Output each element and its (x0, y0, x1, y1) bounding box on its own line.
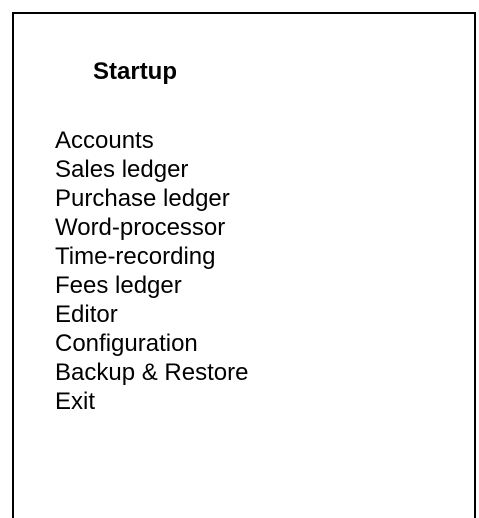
menu-item-time-recording[interactable]: Time-recording (55, 242, 248, 271)
menu-title: Startup (93, 58, 177, 85)
menu-item-accounts[interactable]: Accounts (55, 126, 248, 155)
menu-item-backup-restore[interactable]: Backup & Restore (55, 358, 248, 387)
menu-item-purchase-ledger[interactable]: Purchase ledger (55, 184, 248, 213)
startup-menu-panel: Startup Accounts Sales ledger Purchase l… (12, 12, 476, 518)
menu-item-sales-ledger[interactable]: Sales ledger (55, 155, 248, 184)
menu-item-exit[interactable]: Exit (55, 387, 248, 416)
menu-item-configuration[interactable]: Configuration (55, 329, 248, 358)
menu-item-editor[interactable]: Editor (55, 300, 248, 329)
menu-item-fees-ledger[interactable]: Fees ledger (55, 271, 248, 300)
menu-item-word-processor[interactable]: Word-processor (55, 213, 248, 242)
menu-list: Accounts Sales ledger Purchase ledger Wo… (55, 126, 248, 416)
